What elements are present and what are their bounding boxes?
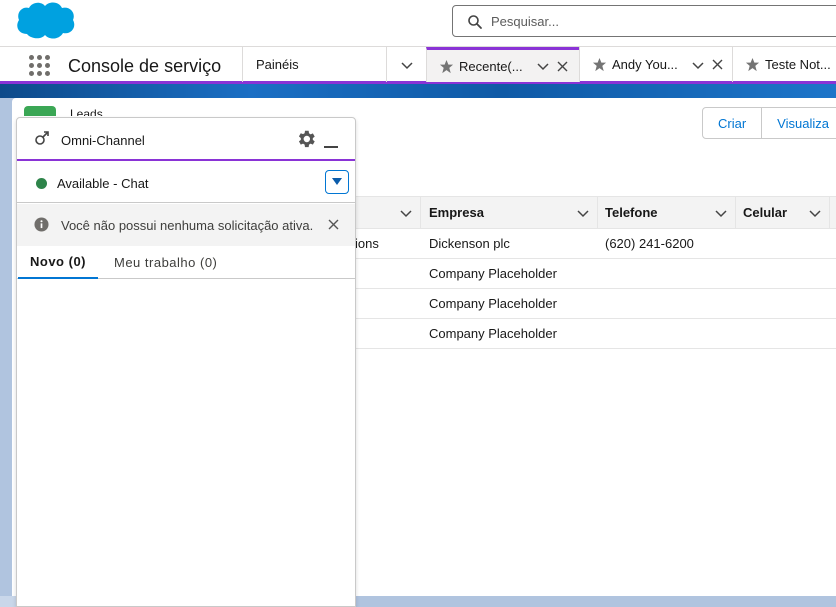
nav-items-dropdown[interactable] [386,47,426,82]
notice-text: Você não possui nenhuma solicitação ativ… [61,218,314,233]
cell-empresa: Company Placeholder [429,296,557,311]
salesforce-logo[interactable] [14,0,76,42]
global-search-input[interactable]: Pesquisar... [452,5,836,37]
close-icon[interactable] [712,59,723,70]
create-button[interactable]: Criar [702,107,763,139]
cell-empresa: Company Placeholder [429,326,557,341]
status-label: Available - Chat [57,176,149,191]
tab-star-icon [592,57,607,72]
chevron-down-icon[interactable] [577,207,589,219]
navigation-bar: Console de serviço Painéis Recente(... A… [0,46,836,84]
chevron-down-icon[interactable] [537,60,549,72]
tab-paineis[interactable]: Painéis [242,47,386,82]
gear-icon[interactable] [295,128,317,150]
cell-empresa: Dickenson plc [429,236,510,251]
omni-channel-tabs: Novo (0) Meu trabalho (0) [17,246,355,279]
column-label: Celular [743,205,788,220]
omni-channel-header: Omni-Channel [17,118,355,161]
leads-icon [24,106,56,116]
tab-recente[interactable]: Recente(... [426,47,579,82]
tab-novo[interactable]: Novo (0) [18,246,98,279]
tab-andy[interactable]: Andy You... [579,47,732,82]
chevron-down-icon [400,61,413,69]
minimize-button[interactable] [324,146,338,148]
column-label: Telefone [605,205,658,220]
omni-channel-title: Omni-Channel [61,133,145,148]
column-header-telefone[interactable]: Telefone [598,197,736,228]
search-placeholder: Pesquisar... [491,14,559,29]
workspace-banner [0,84,836,98]
tab-teste[interactable]: Teste Not... [732,47,836,82]
column-header-hidden[interactable] [355,197,421,228]
tab-label: Painéis [256,57,299,72]
list-actions: Criar Visualiza [702,107,836,139]
global-header: Pesquisar... [0,0,836,46]
chevron-down-icon[interactable] [809,207,821,219]
object-label: Leads [70,107,103,116]
cell-empresa: Company Placeholder [429,266,557,281]
tab-star-icon [745,57,760,72]
tab-star-icon [439,59,454,73]
cell-fragment: ions [355,236,379,251]
tab-meu-trabalho[interactable]: Meu trabalho (0) [114,246,217,278]
column-header-empresa[interactable]: Empresa [421,197,598,228]
table-row[interactable]: ions Dickenson plc (620) 241-6200 [355,229,836,259]
search-icon [468,15,482,29]
table-row[interactable]: Company Placeholder [355,319,836,349]
status-dropdown-button[interactable] [325,170,349,194]
omni-channel-icon [35,131,49,145]
table-row[interactable]: Company Placeholder [355,259,836,289]
column-header-celular[interactable]: Celular [736,197,830,228]
app-name: Console de serviço [68,56,222,76]
close-icon[interactable] [557,61,568,72]
presence-status[interactable]: Available - Chat [17,163,355,203]
table-header: Empresa Telefone Celular [355,196,836,229]
caret-down-icon [332,178,342,185]
close-icon[interactable] [328,219,339,230]
app-launcher-icon[interactable] [28,54,52,78]
chevron-down-icon[interactable] [715,207,727,219]
view-button[interactable]: Visualiza [762,107,836,139]
tab-label: Teste Not... [765,57,831,72]
table-row[interactable]: Company Placeholder [355,289,836,319]
cell-telefone: (620) 241-6200 [605,236,694,251]
chevron-down-icon[interactable] [692,59,704,71]
tab-label: Recente(... [459,58,523,74]
omni-channel-panel: Omni-Channel Available - Chat Você não p… [16,117,356,607]
info-icon [34,217,49,232]
tab-label: Andy You... [612,57,678,72]
status-indicator-icon [36,178,47,189]
chevron-down-icon[interactable] [400,207,412,219]
column-label: Empresa [429,205,484,220]
empty-notice: Você não possui nenhuma solicitação ativ… [17,204,355,246]
